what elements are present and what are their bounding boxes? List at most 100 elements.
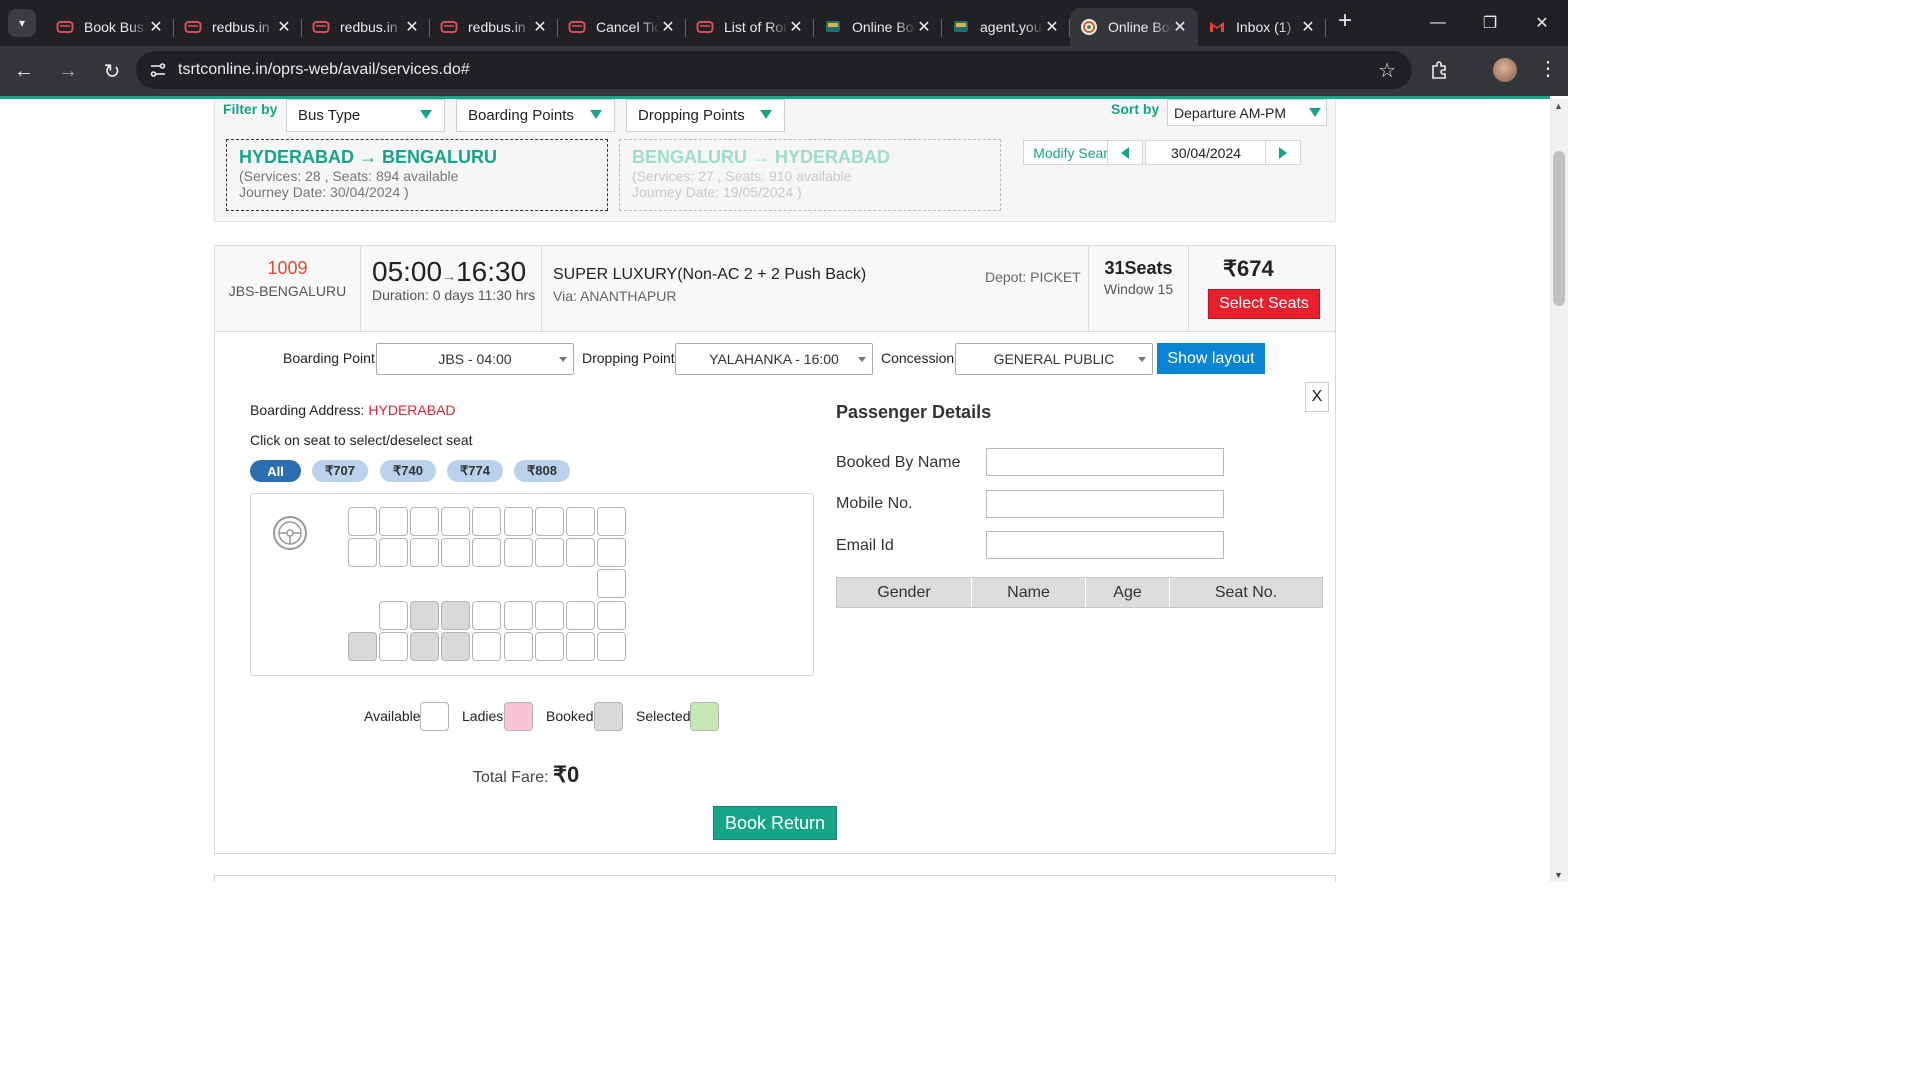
tab-title: Book Bus [84,19,144,35]
seat-available[interactable] [566,507,595,536]
seat-available[interactable] [504,507,533,536]
reload-icon[interactable]: ↻ [92,51,132,91]
tab-close-icon[interactable]: ✕ [1300,17,1316,37]
page-scrollbar[interactable]: ▲ ▼ [1550,99,1568,882]
restore-icon[interactable]: ❐ [1464,0,1516,46]
fare-filter-808[interactable]: ₹808 [514,460,570,482]
close-layout-button[interactable]: X [1305,382,1329,412]
browser-tab[interactable]: Inbox (1) ✕ [1198,8,1326,46]
bookmark-star-icon[interactable]: ☆ [1378,58,1396,83]
seat-available[interactable] [597,538,626,567]
onward-route-box[interactable]: HYDERABAD → BENGALURU (Services: 28 , Se… [226,139,608,211]
scroll-down-arrow-icon[interactable]: ▼ [1554,870,1563,880]
tab-close-icon[interactable]: ✕ [404,17,420,37]
back-arrow-icon[interactable]: ← [4,51,44,91]
seat-available[interactable] [535,507,564,536]
browser-tab[interactable]: List of Routes✕ [686,8,814,46]
browser-tab[interactable]: Online Booking✕ [814,8,942,46]
tab-close-icon[interactable]: ✕ [1172,17,1188,37]
seat-available[interactable] [504,632,533,661]
book-return-button[interactable]: Book Return [713,806,837,840]
seat-available[interactable] [566,538,595,567]
seat-available[interactable] [410,538,439,567]
previous-date-button[interactable] [1107,140,1143,165]
browser-tab[interactable]: Online Booking✕ [1070,8,1198,46]
seat-available[interactable] [472,601,501,630]
forward-arrow-icon[interactable]: → [48,51,88,91]
dropping-points-filter[interactable]: Dropping Points [626,99,785,132]
seat-available[interactable] [597,632,626,661]
seat-available[interactable] [504,601,533,630]
seat-available[interactable] [441,507,470,536]
new-tab-plus-icon[interactable]: + [1338,7,1352,35]
select-seats-button[interactable]: Select Seats [1208,289,1320,319]
browser-tab[interactable]: redbus.in ✕ [302,8,430,46]
seat-available[interactable] [535,632,564,661]
booked-by-input[interactable] [986,448,1224,476]
tab-close-icon[interactable]: ✕ [916,17,932,37]
seat-available[interactable] [597,569,626,598]
seat-available[interactable] [472,538,501,567]
seat-available[interactable] [535,538,564,567]
seat-available[interactable] [379,601,408,630]
concession-select[interactable]: GENERAL PUBLIC [955,343,1153,375]
tab-close-icon[interactable]: ✕ [788,17,804,37]
dropping-point-select[interactable]: YALAHANKA - 16:00 [675,343,873,375]
browser-tab[interactable]: redbus.in ✕ [430,8,558,46]
browser-tab[interactable]: Book Bus ✕ [46,8,174,46]
browser-tab[interactable]: redbus.in ✕ [174,8,302,46]
bus-type-filter[interactable]: Bus Type [286,99,445,132]
tab-close-icon[interactable]: ✕ [148,17,164,37]
url-text[interactable]: tsrtconline.in/oprs-web/avail/services.d… [178,61,470,79]
mobile-input[interactable] [986,490,1224,518]
tab-close-icon[interactable]: ✕ [660,17,676,37]
seat-available[interactable] [348,538,377,567]
seat-available[interactable] [472,507,501,536]
email-input[interactable] [986,531,1224,559]
scrollbar-thumb[interactable] [1553,151,1565,306]
minimize-icon[interactable]: — [1412,0,1464,46]
browser-tab[interactable]: agent.your ✕ [942,8,1070,46]
fare-filter-707[interactable]: ₹707 [312,460,368,482]
seat-available[interactable] [410,507,439,536]
seat-available[interactable] [597,507,626,536]
seat-available[interactable] [535,601,564,630]
seat-available[interactable] [379,632,408,661]
sort-select[interactable]: Departure AM-PM [1167,99,1327,126]
site-info-icon[interactable] [140,61,176,79]
show-layout-button[interactable]: Show layout [1157,343,1265,374]
scroll-up-arrow-icon[interactable]: ▲ [1554,101,1563,111]
seat-available[interactable] [504,538,533,567]
service-id-cell: 1009 JBS-BENGALURU [215,246,361,331]
fare-filter-774[interactable]: ₹774 [447,460,503,482]
via-route: Via: ANANTHAPUR [553,288,677,304]
next-date-button[interactable] [1265,140,1301,165]
boarding-points-filter[interactable]: Boarding Points [456,99,615,132]
tab-close-icon[interactable]: ✕ [532,17,548,37]
seat-available[interactable] [566,632,595,661]
tab-close-icon[interactable]: ✕ [1044,17,1060,37]
boarding-point-select[interactable]: JBS - 04:00 [376,343,574,375]
extensions-puzzle-icon[interactable] [1430,60,1450,83]
total-fare-value: ₹0 [553,762,580,787]
tab-close-icon[interactable]: ✕ [276,17,292,37]
seat-available[interactable] [379,538,408,567]
tab-title: redbus.in [340,19,398,35]
address-bar[interactable]: tsrtconline.in/oprs-web/avail/services.d… [136,51,1412,89]
seat-available[interactable] [472,632,501,661]
more-menu-icon[interactable]: ⋮ [1538,56,1558,81]
seat-available[interactable] [597,601,626,630]
seat-available[interactable] [379,507,408,536]
seat-available[interactable] [348,507,377,536]
profile-avatar[interactable] [1493,58,1517,82]
seat-available[interactable] [566,601,595,630]
close-window-icon[interactable]: ✕ [1516,0,1568,46]
seat-available[interactable] [441,538,470,567]
journey-date[interactable]: 30/04/2024 [1145,140,1267,165]
mobile-label: Mobile No. [836,495,913,512]
return-route-box[interactable]: BENGALURU → HYDERABAD (Services: 27 , Se… [619,139,1001,211]
fare-filter-all[interactable]: All [250,460,301,482]
browser-tab[interactable]: Cancel Ticket✕ [558,8,686,46]
tab-search-chevron-icon[interactable]: ▾ [8,9,36,37]
fare-filter-740[interactable]: ₹740 [380,460,436,482]
